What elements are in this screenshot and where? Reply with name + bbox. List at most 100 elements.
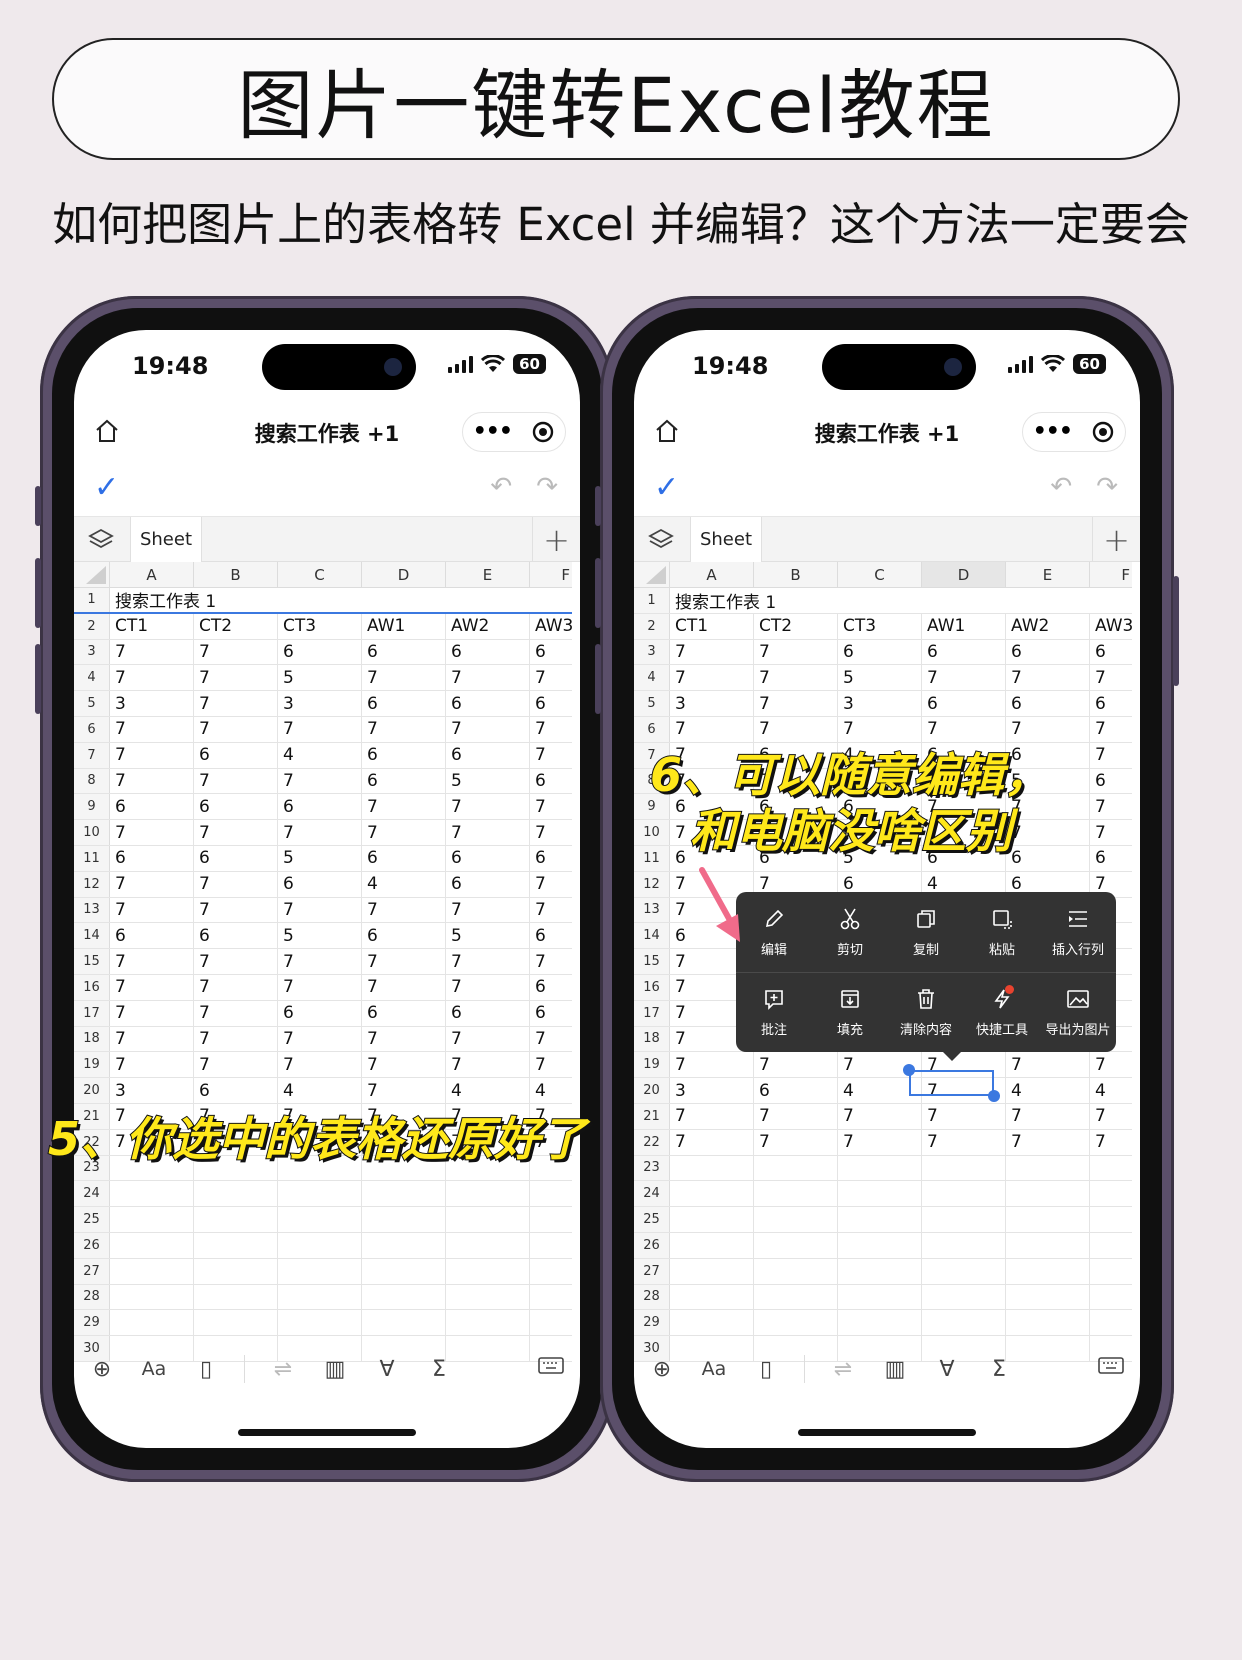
table-cell[interactable] (922, 1284, 1006, 1310)
undo-icon[interactable]: ↶ (1050, 472, 1072, 502)
table-cell[interactable]: 6 (446, 691, 530, 716)
table-cell[interactable] (754, 588, 838, 613)
row-header[interactable]: 27 (634, 1258, 670, 1284)
row-header[interactable]: 1 (634, 588, 670, 613)
table-cell[interactable] (362, 588, 446, 612)
table-cell[interactable] (278, 1232, 362, 1258)
table-cell[interactable]: 5 (278, 923, 362, 949)
table-cell[interactable]: 7 (362, 949, 446, 974)
table-cell[interactable]: 7 (194, 691, 278, 716)
row-header[interactable]: 18 (74, 1026, 110, 1052)
table-cell[interactable]: 7 (362, 1026, 446, 1052)
table-cell[interactable]: 6 (194, 1078, 278, 1103)
table-cell[interactable]: 7 (194, 974, 278, 1000)
column-header-c[interactable]: C (278, 562, 362, 587)
table-cell[interactable]: 7 (446, 716, 530, 742)
table-cell[interactable]: 7 (194, 639, 278, 665)
table-cell[interactable]: 7 (278, 974, 362, 1000)
table-cell[interactable] (194, 1284, 278, 1310)
select-all-corner[interactable] (74, 562, 110, 587)
row-header[interactable]: 4 (74, 665, 110, 691)
row-header[interactable]: 7 (74, 742, 110, 768)
table-cell[interactable]: 7 (530, 717, 572, 742)
table-cell[interactable]: AW1 (362, 613, 446, 639)
table-cell[interactable]: 6 (1090, 640, 1132, 665)
menu-copy[interactable]: 复制 (888, 892, 964, 972)
column-header-a[interactable]: A (110, 562, 194, 587)
table-cell[interactable]: 7 (278, 1026, 362, 1052)
close-target-icon[interactable] (1091, 420, 1115, 444)
close-target-icon[interactable] (531, 420, 555, 444)
table-cell[interactable] (194, 1232, 278, 1258)
table-cell[interactable]: 5 (278, 845, 362, 871)
table-cell[interactable]: 7 (530, 898, 572, 923)
table-cell[interactable]: 7 (362, 716, 446, 742)
table-cell[interactable]: 7 (670, 716, 754, 742)
undo-icon[interactable]: ↶ (490, 472, 512, 502)
redo-icon[interactable]: ↷ (1096, 472, 1118, 502)
table-cell[interactable]: 5 (446, 923, 530, 949)
column-header-f[interactable]: F (1090, 562, 1132, 587)
table-cell[interactable] (446, 1232, 530, 1258)
table-cell[interactable] (670, 1181, 754, 1207)
table-cell[interactable] (1006, 1155, 1090, 1181)
column-header-b[interactable]: B (754, 562, 838, 587)
table-cell[interactable]: 6 (530, 691, 572, 716)
table-cell[interactable] (446, 1310, 530, 1336)
table-cell[interactable]: 6 (530, 846, 572, 871)
table-cell[interactable]: 3 (110, 691, 194, 716)
table-cell[interactable]: 7 (194, 820, 278, 845)
row-header[interactable]: 25 (74, 1207, 110, 1232)
table-cell[interactable]: 7 (670, 1052, 754, 1078)
table-cell[interactable] (838, 1181, 922, 1207)
table-cell[interactable]: AW2 (1006, 613, 1090, 639)
table-cell[interactable]: 7 (1090, 1104, 1132, 1129)
table-cell[interactable] (278, 1284, 362, 1310)
table-cell[interactable]: 7 (362, 1078, 446, 1103)
table-cell[interactable]: 7 (754, 1129, 838, 1155)
table-cell[interactable] (446, 1207, 530, 1232)
table-cell[interactable] (362, 1207, 446, 1232)
table-cell[interactable]: 6 (446, 845, 530, 871)
table-cell[interactable] (110, 1232, 194, 1258)
table-cell[interactable] (754, 1284, 838, 1310)
table-cell[interactable]: 7 (1090, 820, 1132, 845)
table-cell[interactable]: 6 (362, 742, 446, 768)
table-cell[interactable]: 6 (1090, 846, 1132, 871)
table-cell[interactable]: 7 (922, 665, 1006, 691)
table-cell[interactable] (838, 1284, 922, 1310)
filter-icon[interactable]: ∀ (933, 1355, 961, 1383)
column-header-f[interactable]: F (530, 562, 572, 587)
row-header[interactable]: 23 (634, 1155, 670, 1181)
table-cell[interactable] (194, 1207, 278, 1232)
table-cell[interactable]: CT1 (110, 613, 194, 639)
table-cell[interactable]: 7 (754, 1052, 838, 1078)
row-header[interactable]: 3 (74, 639, 110, 665)
table-cell[interactable]: 6 (1006, 845, 1090, 871)
table-cell[interactable]: 5 (446, 768, 530, 794)
table-cell[interactable] (194, 1310, 278, 1336)
table-cell[interactable]: CT2 (754, 613, 838, 639)
selection-handle-end[interactable] (988, 1090, 1000, 1102)
insert-icon[interactable]: ⊕ (88, 1355, 116, 1383)
table-cell[interactable]: 7 (110, 716, 194, 742)
table-cell[interactable]: 7 (530, 743, 572, 768)
row-header[interactable]: 29 (634, 1310, 670, 1336)
table-cell[interactable]: 4 (278, 742, 362, 768)
table-cell[interactable]: 7 (1006, 1052, 1090, 1078)
table-cell[interactable] (110, 1284, 194, 1310)
table-cell[interactable] (1090, 1156, 1132, 1181)
table-cell[interactable]: 7 (1090, 743, 1132, 768)
table-cell[interactable]: 6 (530, 769, 572, 794)
cell-style-icon[interactable]: ▯ (752, 1355, 780, 1383)
keyboard-icon[interactable] (1098, 1356, 1124, 1376)
table-cell[interactable]: 7 (362, 1052, 446, 1078)
tab-sheet[interactable]: Sheet (690, 517, 762, 562)
table-cell[interactable] (1090, 1207, 1132, 1232)
table-cell[interactable]: 7 (110, 1000, 194, 1026)
table-cell[interactable]: 7 (446, 897, 530, 923)
table-cell[interactable]: 6 (446, 1000, 530, 1026)
table-cell[interactable]: AW2 (446, 613, 530, 639)
table-cell[interactable] (1090, 588, 1132, 613)
row-header[interactable]: 26 (634, 1232, 670, 1258)
